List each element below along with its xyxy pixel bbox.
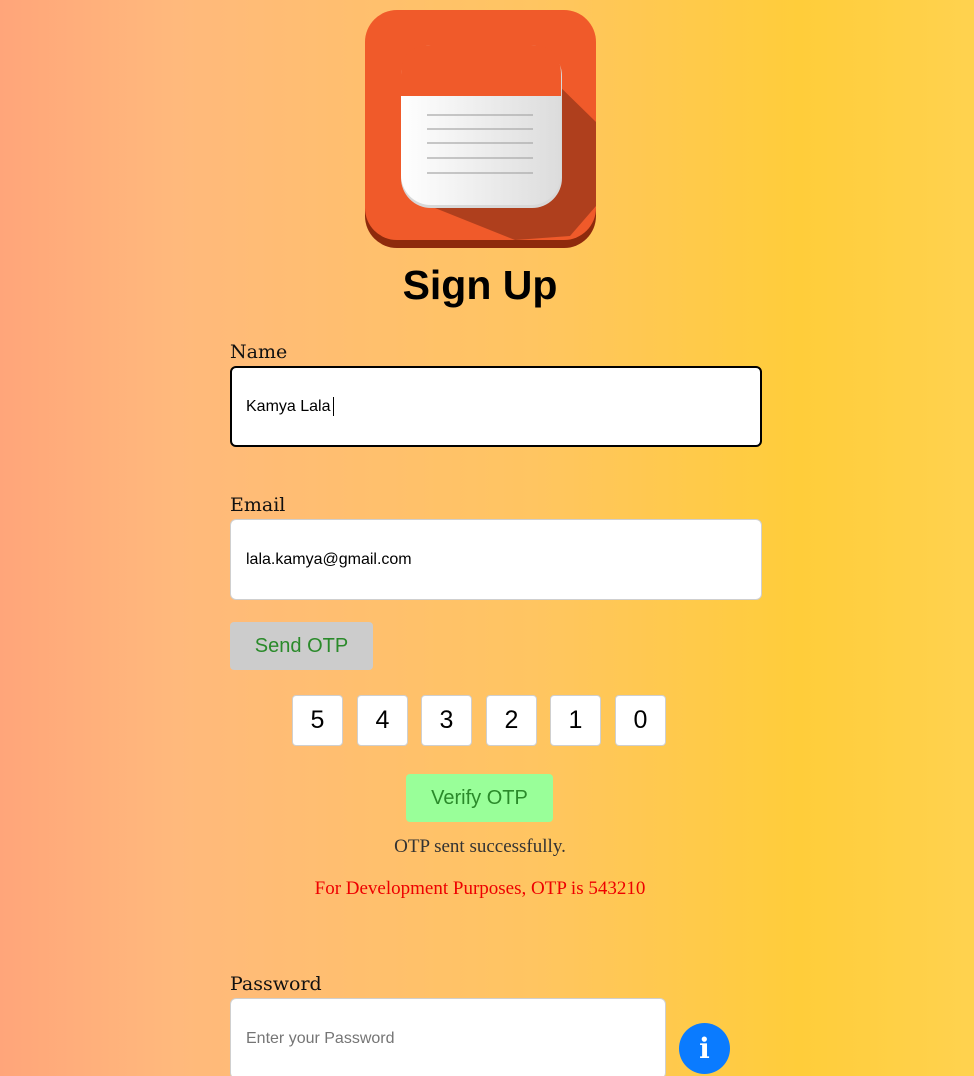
email-input[interactable] (230, 519, 762, 600)
dev-otp-notice: For Development Purposes, OTP is 543210 (314, 878, 646, 899)
verify-otp-button[interactable]: Verify OTP (406, 774, 553, 822)
otp-digit-input[interactable]: 3 (421, 695, 472, 746)
notepad-icon (365, 10, 596, 248)
name-input[interactable] (230, 366, 762, 447)
page-title: Sign Up (402, 262, 558, 308)
email-label: Email (230, 494, 286, 516)
name-label: Name (230, 341, 288, 363)
password-label: Password (230, 973, 322, 995)
otp-digit-input[interactable]: 1 (550, 695, 601, 746)
otp-digit-input[interactable]: 5 (292, 695, 343, 746)
otp-digit-input[interactable]: 0 (615, 695, 666, 746)
otp-status-message: OTP sent successfully. (394, 836, 566, 857)
info-icon[interactable]: i (679, 1023, 730, 1074)
text-caret (333, 397, 334, 416)
otp-digit-input[interactable]: 4 (357, 695, 408, 746)
password-input[interactable] (230, 998, 666, 1076)
otp-digit-input[interactable]: 2 (486, 695, 537, 746)
send-otp-button[interactable]: Send OTP (230, 622, 373, 670)
